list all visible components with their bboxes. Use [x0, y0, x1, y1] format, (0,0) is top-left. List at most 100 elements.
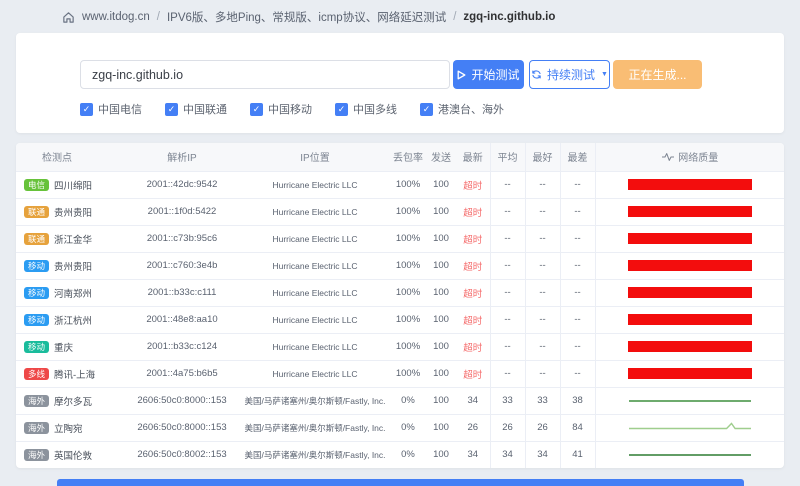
- node-cell: 移动重庆: [16, 333, 124, 360]
- continuous-test-button[interactable]: 持续测试 ▼: [529, 60, 610, 89]
- sent-count: 100: [426, 225, 456, 252]
- worst-value: --: [560, 360, 595, 387]
- best-value: --: [525, 360, 560, 387]
- table-row: 移动重庆 2001::b33c:c124 Hurricane Electric …: [16, 333, 784, 360]
- home-icon: [62, 11, 75, 24]
- latest-cell: 超时: [456, 252, 490, 279]
- loss-rate: 0%: [390, 414, 426, 441]
- activity-icon: [661, 151, 675, 163]
- quality-cell: [595, 252, 784, 279]
- worst-value: --: [560, 252, 595, 279]
- sent-count: 100: [426, 198, 456, 225]
- table-header-row: 检测点 解析IP IP位置 丢包率 发送 最新 平均 最好 最差 网络质量: [16, 143, 784, 171]
- ip-location: Hurricane Electric LLC: [240, 171, 390, 198]
- average-value: --: [490, 333, 525, 360]
- latest-cell: 超时: [456, 333, 490, 360]
- quality-cell: [595, 171, 784, 198]
- breadcrumb: www.itdog.cn / IPV6版、多地Ping、常规版、icmp协议、网…: [62, 9, 555, 25]
- isp-checkbox-overseas[interactable]: 港澳台、海外: [420, 101, 504, 117]
- latency-sparkline: [627, 421, 753, 435]
- isp-checkbox-unicom[interactable]: 中国联通: [165, 101, 236, 117]
- node-name: 浙江杭州: [54, 316, 92, 327]
- ip-location: Hurricane Electric LLC: [240, 279, 390, 306]
- best-value: --: [525, 225, 560, 252]
- header-loss-rate: 丢包率: [390, 143, 426, 171]
- checkbox-checked-icon: [165, 103, 178, 116]
- table-row: 海外英国伦敦 2606:50c0:8002::153 美国/马萨诸塞州/奥尔斯顿…: [16, 441, 784, 468]
- packet-loss-bar: [628, 206, 752, 217]
- table-row: 联通浙江金华 2001::c73b:95c6 Hurricane Electri…: [16, 225, 784, 252]
- isp-badge: 移动: [24, 341, 49, 354]
- ip-location: 美国/马萨诸塞州/奥尔斯顿/Fastly, Inc.: [240, 387, 390, 414]
- best-value: --: [525, 171, 560, 198]
- node-cell: 海外立陶宛: [16, 414, 124, 441]
- header-average: 平均: [490, 143, 525, 171]
- latest-value: 超时: [463, 262, 482, 273]
- breadcrumb-site[interactable]: www.itdog.cn: [82, 11, 150, 23]
- host-input[interactable]: [80, 60, 450, 89]
- loss-rate: 100%: [390, 252, 426, 279]
- latest-cell: 超时: [456, 306, 490, 333]
- node-name: 浙江金华: [54, 235, 92, 246]
- worst-value: 41: [560, 441, 595, 468]
- checkbox-checked-icon: [250, 103, 263, 116]
- node-cell: 移动贵州贵阳: [16, 252, 124, 279]
- quality-cell: [595, 279, 784, 306]
- start-test-button[interactable]: 开始测试: [453, 60, 524, 89]
- table-row: 移动河南郑州 2001::b33c:c111 Hurricane Electri…: [16, 279, 784, 306]
- isp-checkbox-multiline[interactable]: 中国多线: [335, 101, 406, 117]
- quality-cell: [595, 198, 784, 225]
- node-cell: 移动浙江杭州: [16, 306, 124, 333]
- average-value: --: [490, 360, 525, 387]
- refresh-icon: [531, 69, 542, 80]
- loss-rate: 100%: [390, 279, 426, 306]
- sent-count: 100: [426, 387, 456, 414]
- progress-bar: [57, 479, 744, 486]
- latest-cell: 34: [456, 441, 490, 468]
- average-value: 26: [490, 414, 525, 441]
- resolved-ip: 2001::48e8:aa10: [124, 306, 240, 333]
- worst-value: --: [560, 198, 595, 225]
- isp-badge: 移动: [24, 314, 49, 327]
- worst-value: 84: [560, 414, 595, 441]
- isp-badge: 多线: [24, 368, 49, 381]
- ip-location: Hurricane Electric LLC: [240, 360, 390, 387]
- breadcrumb-separator: /: [157, 11, 160, 23]
- chevron-down-icon: ▼: [601, 71, 608, 78]
- isp-checkbox-mobile[interactable]: 中国移动: [250, 101, 321, 117]
- loss-rate: 100%: [390, 225, 426, 252]
- best-value: --: [525, 279, 560, 306]
- quality-cell: [595, 387, 784, 414]
- isp-checkbox-telecom[interactable]: 中国电信: [80, 101, 151, 117]
- sent-count: 100: [426, 360, 456, 387]
- latest-cell: 34: [456, 387, 490, 414]
- start-test-label: 开始测试: [471, 66, 519, 83]
- sent-count: 100: [426, 414, 456, 441]
- average-value: --: [490, 306, 525, 333]
- best-value: 33: [525, 387, 560, 414]
- latest-cell: 超时: [456, 225, 490, 252]
- table-row: 电信四川绵阳 2001::42dc:9542 Hurricane Electri…: [16, 171, 784, 198]
- latest-cell: 超时: [456, 279, 490, 306]
- resolved-ip: 2606:50c0:8002::153: [124, 441, 240, 468]
- resolved-ip: 2606:50c0:8000::153: [124, 414, 240, 441]
- breadcrumb-section: IPV6版、多地Ping、常规版、icmp协议、网络延迟测试: [167, 9, 446, 25]
- latency-sparkline: [627, 448, 753, 462]
- latest-cell: 超时: [456, 171, 490, 198]
- ip-location: Hurricane Electric LLC: [240, 333, 390, 360]
- latest-value: 超时: [463, 343, 482, 354]
- breadcrumb-target[interactable]: zgq-inc.github.io: [463, 11, 555, 23]
- generating-button[interactable]: 正在生成...: [613, 60, 702, 89]
- node-cell: 电信四川绵阳: [16, 171, 124, 198]
- quality-cell: [595, 441, 784, 468]
- quality-cell: [595, 360, 784, 387]
- test-panel: 开始测试 持续测试 ▼ 正在生成... 中国电信 中国联通 中国移动 中国多线 …: [16, 33, 784, 133]
- average-value: --: [490, 171, 525, 198]
- latency-sparkline: [627, 394, 753, 408]
- header-ip-location: IP位置: [240, 143, 390, 171]
- packet-loss-bar: [628, 368, 752, 379]
- latest-cell: 超时: [456, 198, 490, 225]
- best-value: --: [525, 198, 560, 225]
- node-name: 腾讯-上海: [54, 370, 95, 381]
- node-name: 摩尔多瓦: [54, 397, 92, 408]
